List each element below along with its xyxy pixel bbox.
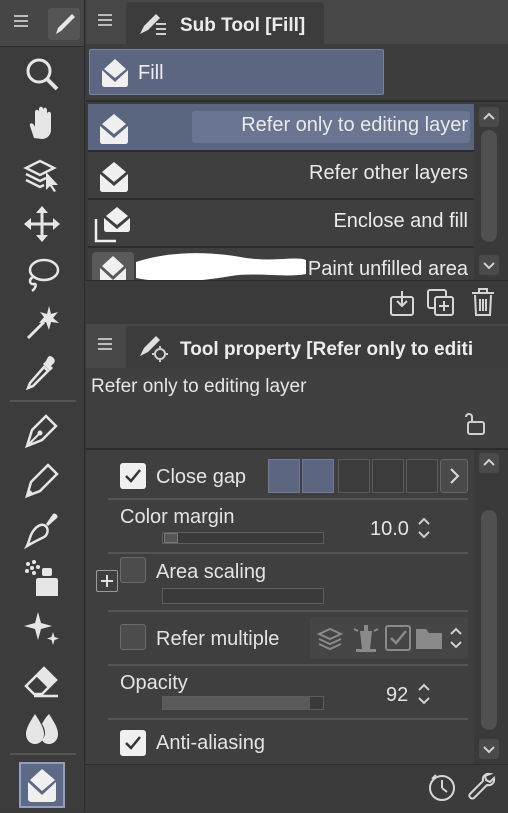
scroll-thumb[interactable] [481,130,497,242]
divider [108,664,468,666]
property-subtitle: Refer only to editing layer [91,376,307,397]
subtool-title: Sub Tool [Fill] [180,15,306,36]
scroll-up-icon[interactable] [479,453,499,473]
subtool-group-fill[interactable]: Fill [89,49,384,95]
color-margin-label: Color margin [120,506,235,528]
toolbar-separator [10,753,76,755]
close-gap-level-3[interactable] [338,459,370,493]
close-gap-label: Close gap [156,466,247,488]
move-icon[interactable] [20,202,64,246]
brush-icon[interactable] [20,508,64,552]
menu-icon[interactable] [94,333,116,355]
subtool-item-label: Refer other layers [309,162,468,184]
divider [108,552,468,554]
chevron-right-icon[interactable] [440,459,468,493]
folder-icon[interactable] [414,625,444,651]
fill-icon [94,159,134,193]
menu-icon[interactable] [94,9,116,31]
area-scaling-label: Area scaling [156,561,267,583]
wrench-icon[interactable] [466,771,498,803]
property-footer [86,764,508,813]
selected-layers-icon[interactable] [384,623,412,653]
decoration-icon[interactable] [20,606,64,650]
color-margin-value[interactable]: 10.0 [370,518,409,541]
property-title: Tool property [Refer only to editi [180,339,474,360]
enclose-fill-icon [92,205,134,243]
scroll-thumb[interactable] [481,510,497,730]
fill-icon[interactable] [19,762,65,808]
subtool-group-bar: Fill [86,44,508,100]
subtool-item[interactable]: Enclose and fill [88,200,474,248]
color-margin-stepper-icon[interactable] [416,515,432,541]
refer-multiple-stepper-icon[interactable] [448,625,464,651]
tool-palette-header [0,0,84,47]
tool-property-icon [136,332,168,362]
subtool-item-label: Refer only to editing layer [241,114,468,136]
opacity-label: Opacity [120,672,188,694]
subtool-item-label: Enclose and fill [333,210,468,232]
divider [108,610,468,612]
property-panel-header: Tool property [Refer only to editi [86,324,508,369]
area-scaling-slider[interactable] [162,588,324,604]
close-gap-level-5[interactable] [406,459,438,493]
scroll-down-icon[interactable] [479,739,499,759]
refer-multiple-options [310,617,468,659]
blend-icon[interactable] [20,706,64,750]
eraser-icon[interactable] [20,658,64,702]
import-subtool-icon[interactable] [388,289,416,317]
subtool-tab-icon [136,8,168,38]
close-gap-checkbox[interactable] [120,463,146,489]
fill-icon [98,56,132,88]
close-gap-level-4[interactable] [372,459,404,493]
all-layers-icon[interactable] [316,625,344,653]
opacity-value[interactable]: 92 [386,684,408,707]
divider [108,718,468,720]
expand-icon[interactable] [96,570,118,592]
slider-handle[interactable] [164,533,178,543]
area-scaling-checkbox[interactable] [120,557,146,583]
pencil-icon[interactable] [20,458,64,502]
subtool-item-label: Paint unfilled area [307,258,468,280]
scroll-up-icon[interactable] [479,107,499,127]
select-layer-icon[interactable] [20,152,64,196]
subtool-group-label: Fill [138,62,164,84]
close-gap-level-1[interactable] [268,459,300,493]
anti-aliasing-label: Anti-aliasing [156,732,265,754]
divider [86,100,508,102]
unlock-icon[interactable] [462,410,488,436]
subtool-panel-header: Sub Tool [Fill] [86,0,508,45]
delete-subtool-icon[interactable] [470,287,496,317]
hand-icon[interactable] [20,102,64,146]
property-preview: Refer only to editing layer [86,368,508,450]
magic-wand-icon[interactable] [20,300,64,344]
zoom-icon[interactable] [20,52,64,96]
pen-icon[interactable] [20,408,64,452]
close-gap-level-2[interactable] [302,459,334,493]
anti-aliasing-checkbox[interactable] [120,730,146,756]
reset-to-default-icon[interactable] [426,771,458,803]
refer-multiple-checkbox[interactable] [120,624,146,650]
divider [108,498,468,500]
refer-multiple-label: Refer multiple [156,628,280,650]
subtool-item[interactable]: Refer other layers [88,152,474,200]
subtool-footer [86,280,508,323]
airbrush-icon[interactable] [20,556,64,600]
opacity-slider-fill [163,697,311,709]
reference-layer-icon[interactable] [352,623,380,653]
fill-icon [94,111,134,145]
opacity-slider[interactable] [162,696,324,710]
tool-palette [0,0,85,812]
menu-icon[interactable] [10,10,32,32]
property-scrollbar[interactable] [476,450,502,764]
eyedropper-icon[interactable] [20,350,64,394]
subtool-scrollbar[interactable] [476,104,502,278]
subtool-item[interactable]: Refer only to editing layer [88,104,474,152]
lasso-icon[interactable] [20,252,64,296]
tool-pen-tab-icon[interactable] [48,8,80,40]
scroll-down-icon[interactable] [479,255,499,275]
color-margin-slider[interactable] [162,532,324,544]
opacity-stepper-icon[interactable] [416,681,432,707]
duplicate-subtool-icon[interactable] [426,288,456,318]
toolbar-separator [10,400,76,402]
